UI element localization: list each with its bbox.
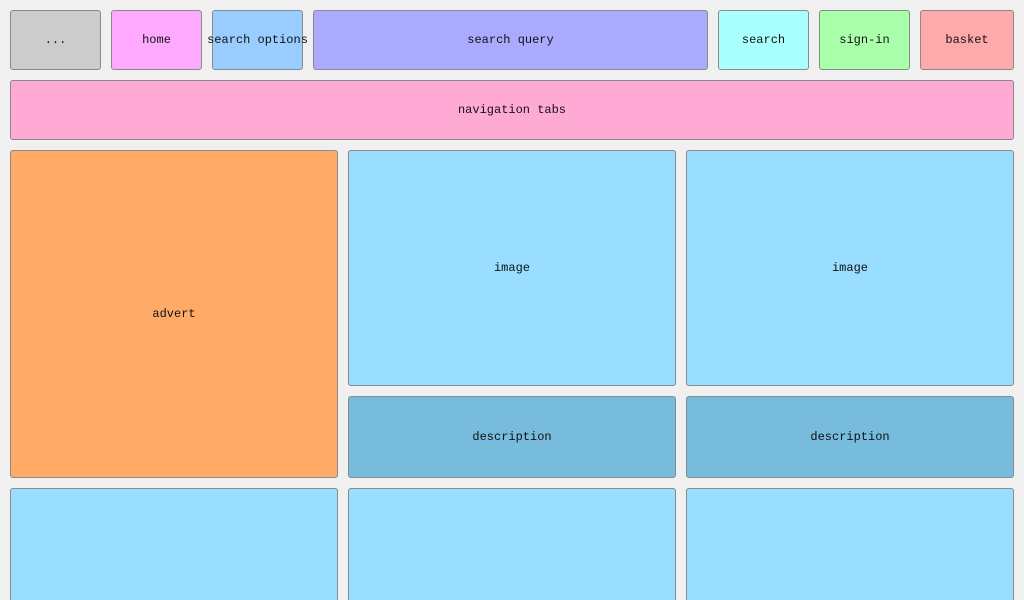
more-menu-label: ... (44, 33, 67, 47)
search-button[interactable]: search (718, 10, 809, 70)
basket-button[interactable]: basket (920, 10, 1014, 70)
sign-in-label: sign-in (839, 33, 890, 47)
search-label: search (741, 33, 786, 47)
search-query-input[interactable]: search query (313, 10, 708, 70)
product-image-partial[interactable] (348, 488, 676, 600)
advert-label: advert (152, 307, 196, 321)
product-description-label: description (810, 430, 890, 444)
navigation-tabs[interactable]: navigation tabs (10, 80, 1014, 140)
more-menu-button[interactable]: ... (10, 10, 101, 70)
sign-in-button[interactable]: sign-in (819, 10, 910, 70)
home-button[interactable]: home (111, 10, 202, 70)
product-description[interactable]: description (348, 396, 676, 478)
product-image-partial[interactable] (10, 488, 338, 600)
product-description[interactable]: description (686, 396, 1014, 478)
product-image-partial[interactable] (686, 488, 1014, 600)
home-label: home (142, 33, 171, 47)
product-description-label: description (472, 430, 552, 444)
product-image-label: image (831, 261, 868, 275)
basket-label: basket (945, 33, 989, 47)
navigation-tabs-label: navigation tabs (457, 103, 567, 117)
search-query-label: search query (467, 33, 554, 47)
product-image[interactable]: image (686, 150, 1014, 386)
search-options-button[interactable]: search options (207, 10, 308, 70)
advert-panel[interactable]: advert (10, 150, 338, 478)
product-image[interactable]: image (348, 150, 676, 386)
search-options-label: search options (207, 33, 308, 47)
product-image-label: image (493, 261, 530, 275)
